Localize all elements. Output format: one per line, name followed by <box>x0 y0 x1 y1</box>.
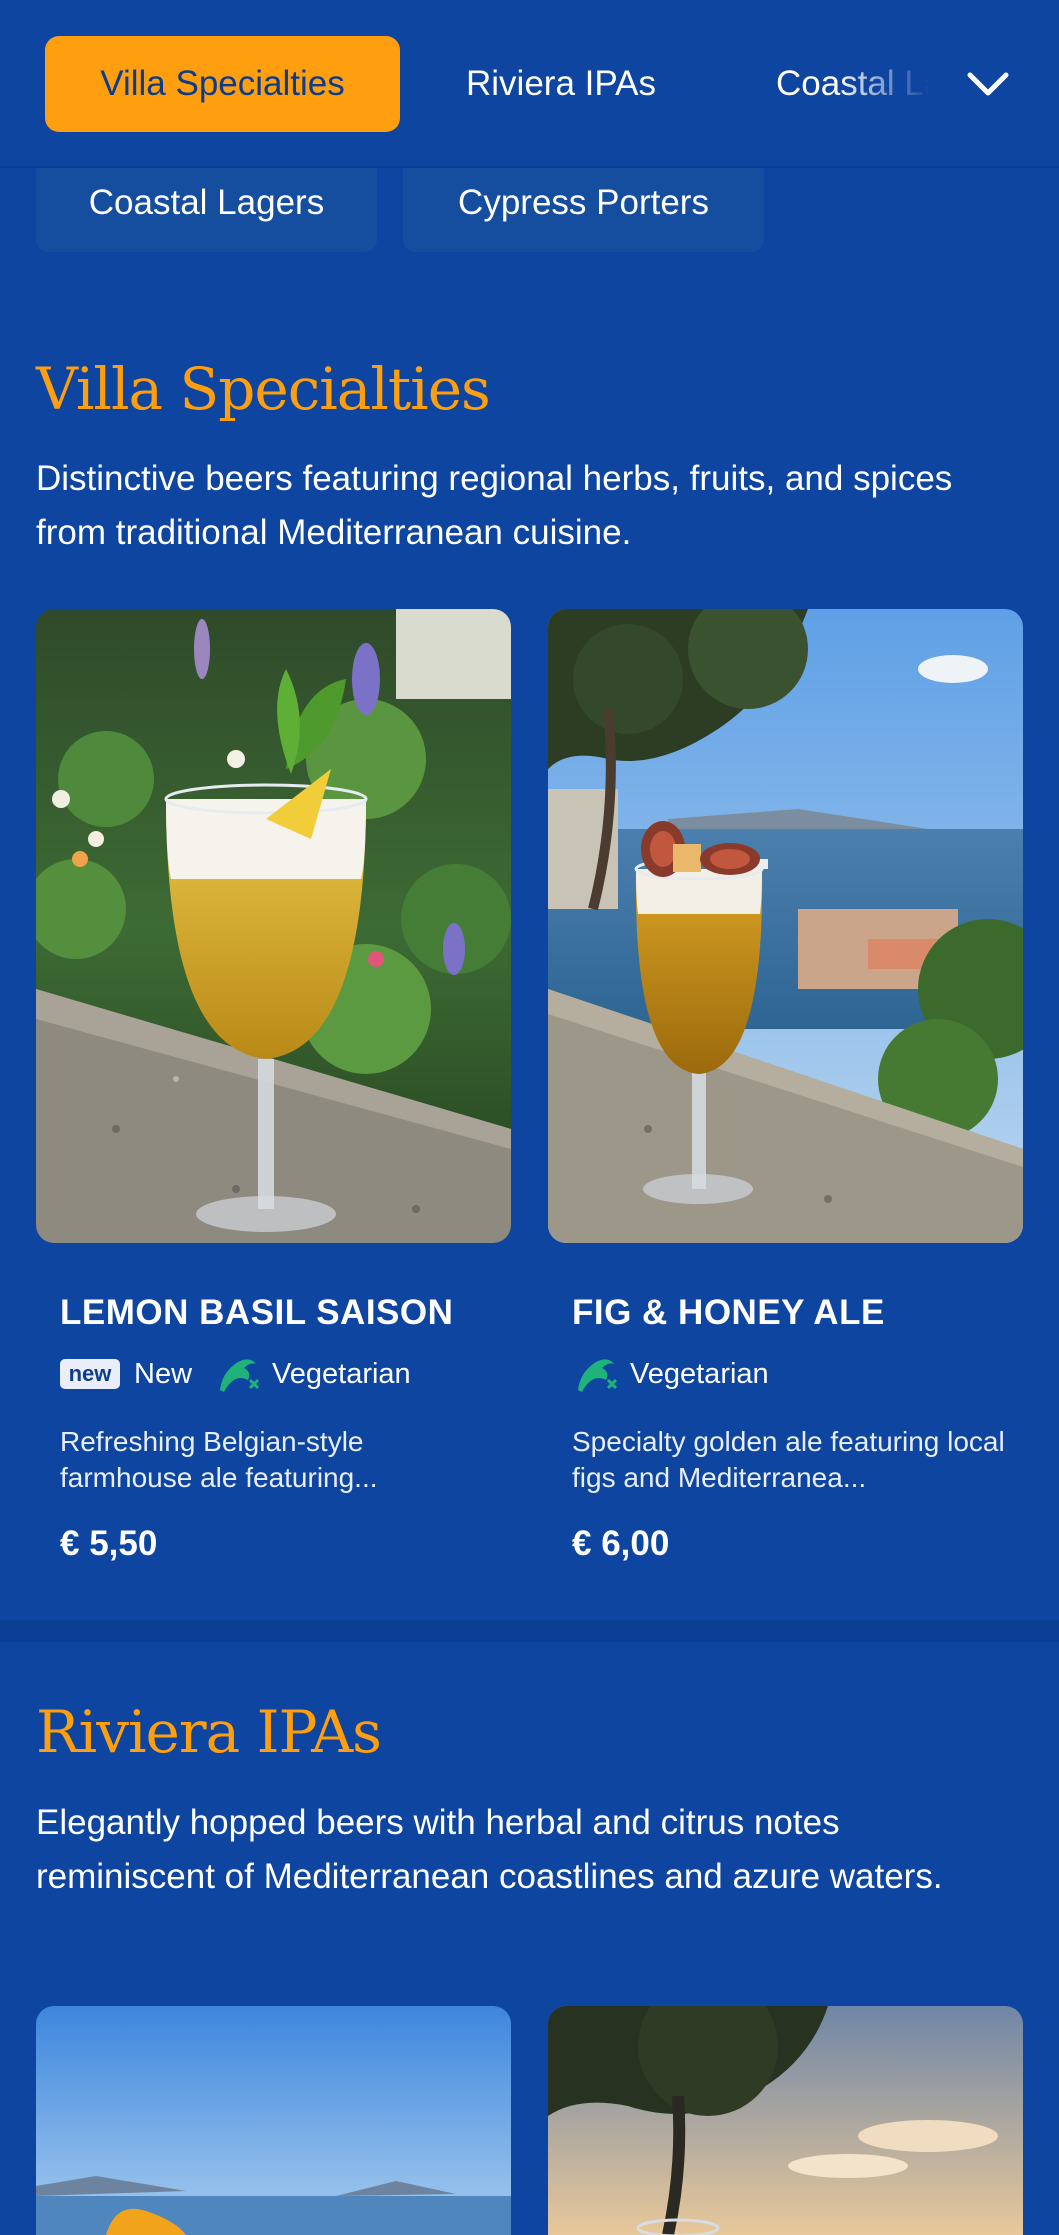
product-tags: Vegetarian <box>572 1354 791 1394</box>
vegetarian-label: Vegetarian <box>272 1357 411 1390</box>
product-name[interactable]: FIG & HONEY ALE <box>572 1293 885 1333</box>
lemon-basil-saison-photo[interactable] <box>36 609 511 1243</box>
chevron-down-icon[interactable] <box>966 62 1010 106</box>
product-price: € 5,50 <box>60 1524 158 1563</box>
vegetarian-icon <box>578 1359 618 1392</box>
ipa-photo-2[interactable] <box>548 2006 1023 2235</box>
vegetarian-icon <box>220 1359 260 1392</box>
section-title-villa-specialties: Villa Specialties <box>36 355 491 423</box>
vegetarian-label: Vegetarian <box>630 1357 769 1390</box>
category-tab-bar: Villa Specialties Riviera IPAs Coastal L… <box>0 0 1059 168</box>
product-price: € 6,00 <box>572 1524 670 1563</box>
section-divider <box>0 1620 1059 1642</box>
section-title-riviera-ipas: Riviera IPAs <box>36 1698 382 1766</box>
product-tags: new New Vegetarian <box>60 1354 433 1394</box>
overflow-tab-cypress-porters[interactable]: Cypress Porters <box>403 168 764 252</box>
product-description: Refreshing Belgian-style farmhouse ale f… <box>60 1426 378 1493</box>
ipa-photo-1[interactable] <box>36 2006 511 2235</box>
tab-coastal-lagers[interactable]: Coastal Lagers <box>776 36 946 132</box>
new-badge: new <box>60 1359 120 1389</box>
tab-riviera-ipas[interactable]: Riviera IPAs <box>466 36 656 132</box>
product-name[interactable]: LEMON BASIL SAISON <box>60 1293 453 1333</box>
overflow-tab-coastal-lagers[interactable]: Coastal Lagers <box>36 168 377 252</box>
fig-honey-ale-photo[interactable] <box>548 609 1023 1243</box>
tab-villa-specialties[interactable]: Villa Specialties <box>45 36 400 132</box>
product-description: Specialty golden ale featuring local fig… <box>572 1426 1005 1493</box>
section-description: Elegantly hopped beers with herbal and c… <box>36 1803 943 1896</box>
new-label: New <box>134 1357 193 1390</box>
section-description: Distinctive beers featuring regional her… <box>36 459 953 552</box>
